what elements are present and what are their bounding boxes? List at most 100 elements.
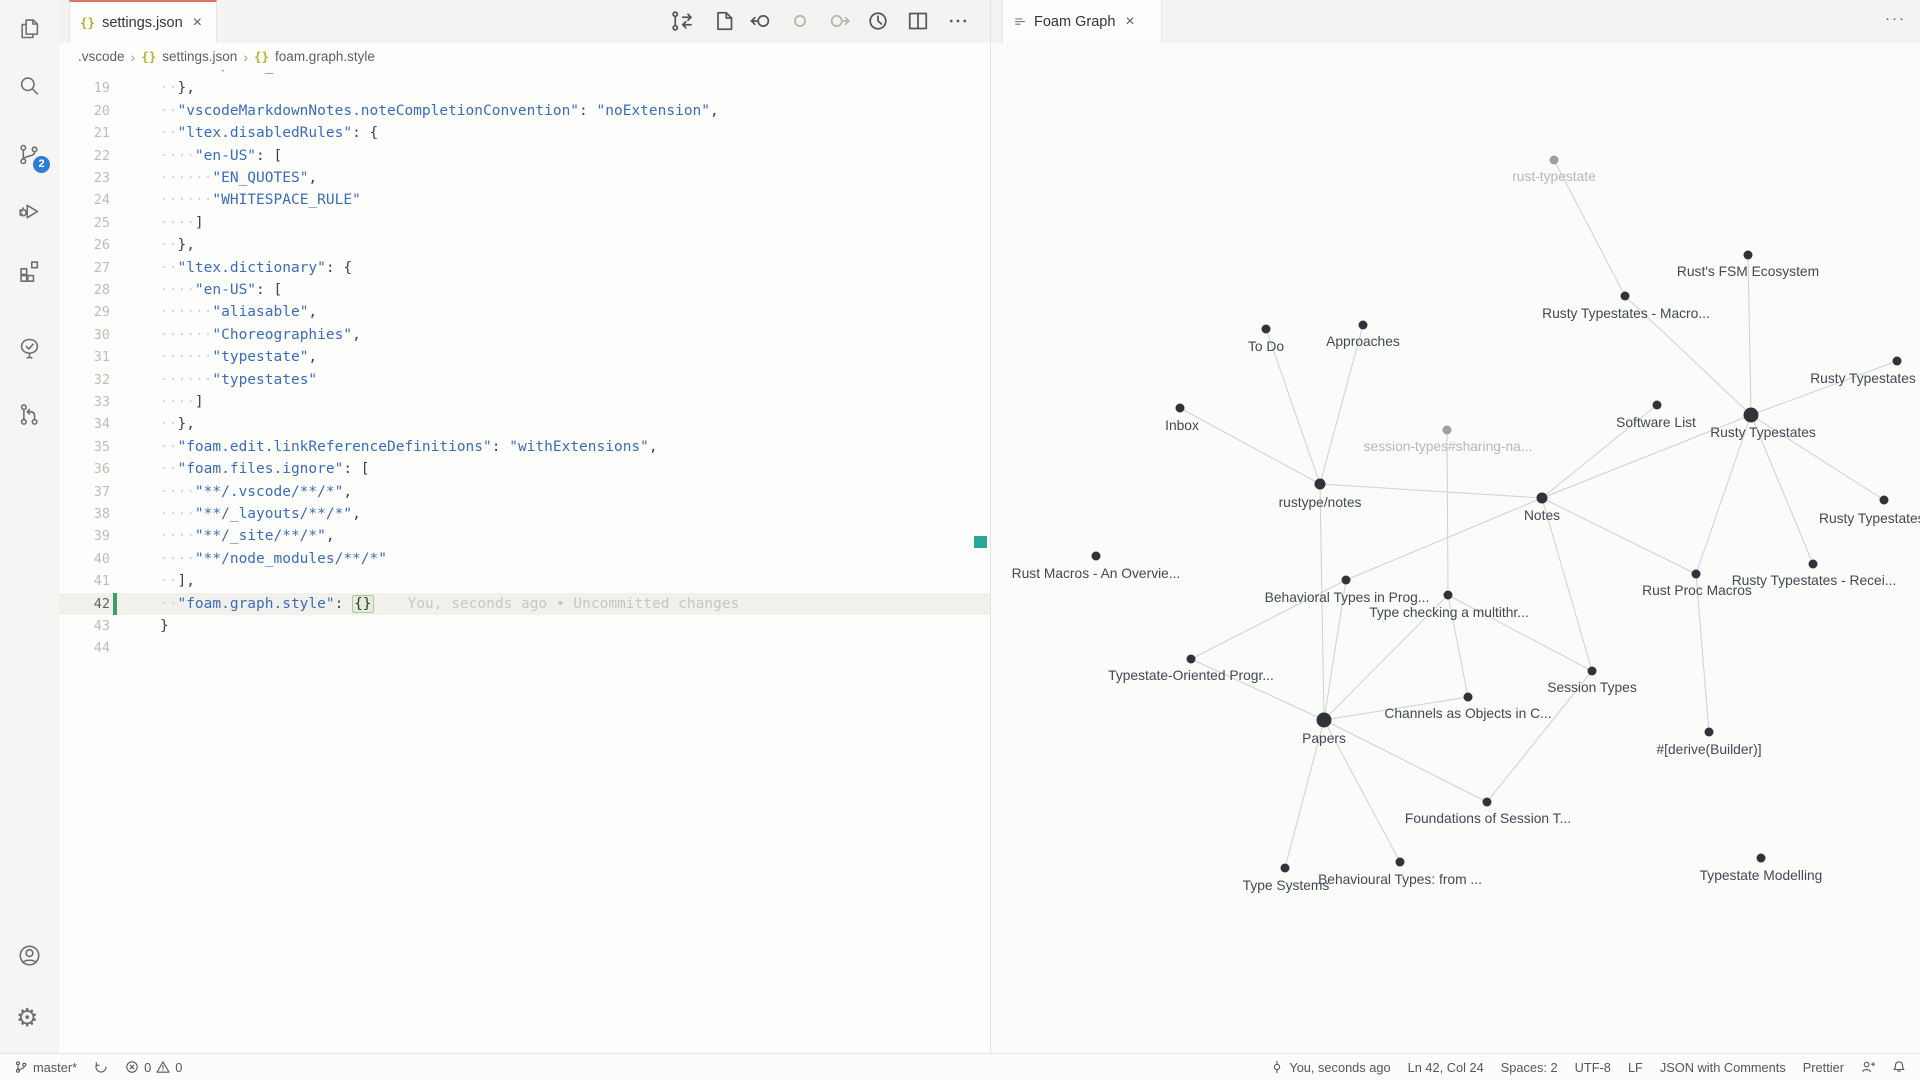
code-line-21[interactable]: 21··"ltex.disabledRules": { (59, 122, 990, 144)
code-line-25[interactable]: 25····] (59, 212, 990, 234)
activity-item-settings[interactable]: ⚙ (16, 1005, 43, 1032)
panel-more-actions-icon[interactable]: ··· (1885, 10, 1906, 27)
status-formatter[interactable]: Prettier (1803, 1060, 1844, 1075)
code-line-28[interactable]: 28····"en-US": [ (59, 279, 990, 301)
code-line-22[interactable]: 22····"en-US": [ (59, 145, 990, 167)
activity-item-run-debug[interactable] (16, 198, 43, 225)
graph-node-typesystems[interactable] (1281, 864, 1290, 873)
activity-item-todo-tree[interactable] (16, 335, 43, 362)
toolbar-navigate-forward-icon[interactable] (827, 9, 851, 33)
graph-node-approaches[interactable] (1359, 321, 1368, 330)
code-line-26[interactable]: 26··}, (59, 234, 990, 256)
tab-foam-graph[interactable]: Foam Graph × (1002, 0, 1162, 43)
status-gitlens-blame[interactable]: You, seconds ago (1270, 1060, 1390, 1075)
code-line-35[interactable]: 35··"foam.edit.linkReferenceDefinitions"… (59, 436, 990, 458)
status-encoding[interactable]: UTF-8 (1575, 1060, 1611, 1075)
code-line-41[interactable]: 41··], (59, 570, 990, 592)
toolbar-open-preview-icon[interactable] (712, 9, 736, 33)
code-line-29[interactable]: 29······"aliasable", (59, 301, 990, 323)
status-sync-status[interactable] (94, 1060, 108, 1074)
panel-tab-close-icon[interactable]: × (1125, 13, 1134, 31)
activity-item-explorer[interactable] (16, 15, 43, 42)
code-line-39[interactable]: 39····"**/_site/**/*", (59, 525, 990, 547)
code-line-34[interactable]: 34··}, (59, 413, 990, 435)
activity-item-account[interactable] (16, 942, 43, 969)
graph-label-behavioural: Behavioural Types: from ... (1318, 872, 1482, 887)
graph-node-foundations[interactable] (1483, 798, 1492, 807)
breadcrumb-segment[interactable]: settings.json (162, 49, 237, 64)
line-number: 24 (59, 189, 110, 211)
status-problems-status[interactable]: 00 (125, 1060, 182, 1075)
graph-node-rustype[interactable] (1315, 479, 1326, 490)
graph-node-rustmacros[interactable] (1092, 552, 1101, 561)
code-line-20[interactable]: 20··"vscodeMarkdownNotes.noteCompletionC… (59, 100, 990, 122)
graph-node-channels[interactable] (1464, 693, 1473, 702)
breadcrumb[interactable]: .vscode›{}settings.json›{}foam.graph.sty… (59, 43, 990, 70)
status-feedback[interactable] (1861, 1060, 1875, 1074)
status-eol[interactable]: LF (1628, 1060, 1643, 1075)
graph-node-macro[interactable] (1621, 292, 1630, 301)
graph-node-inbox[interactable] (1176, 404, 1185, 413)
status-notifications[interactable] (1892, 1060, 1906, 1074)
graph-label-typecheck: Type checking a multithr... (1369, 605, 1529, 620)
graph-node-todo[interactable] (1262, 325, 1271, 334)
code-line-38[interactable]: 38····"**/_layouts/**/*", (59, 503, 990, 525)
toolbar-circle-outline-icon[interactable] (788, 9, 812, 33)
code-line-43[interactable]: 43} (59, 615, 990, 637)
toolbar-navigate-back-icon[interactable] (749, 9, 773, 33)
status-cursor-position[interactable]: Ln 42, Col 24 (1408, 1060, 1484, 1075)
toolbar-timeline-icon[interactable] (866, 9, 890, 33)
graph-node-typestateoriented[interactable] (1187, 655, 1196, 664)
code-editor[interactable]: 18····"**/node_modules": true19··},20··"… (59, 43, 990, 1053)
code-line-40[interactable]: 40····"**/node_modules/**/*" (59, 548, 990, 570)
line-number: 40 (59, 548, 110, 570)
activity-item-search[interactable] (16, 73, 43, 100)
graph-node-rt-right[interactable] (1880, 496, 1889, 505)
activity-item-extensions[interactable] (16, 257, 43, 284)
code-line-text: ····] (160, 391, 204, 413)
breadcrumb-segment[interactable]: foam.graph.style (275, 49, 375, 64)
graph-node-typestatemodelling[interactable] (1757, 854, 1766, 863)
tab-close-icon[interactable]: × (193, 14, 202, 32)
code-line-36[interactable]: 36··"foam.files.ignore": [ (59, 458, 990, 480)
graph-node-typecheck[interactable] (1444, 591, 1453, 600)
code-line-23[interactable]: 23······"EN_QUOTES", (59, 167, 990, 189)
toolbar-split-editor-icon[interactable] (906, 9, 930, 33)
status-indentation[interactable]: Spaces: 2 (1501, 1060, 1558, 1075)
graph-node-recei[interactable] (1809, 560, 1818, 569)
graph-node-derive[interactable] (1705, 728, 1714, 737)
activity-item-source-control[interactable]: 2 (16, 141, 43, 168)
code-line-42[interactable]: 42··"foam.graph.style": {}You, seconds a… (59, 593, 990, 615)
graph-node-papers[interactable] (1317, 713, 1332, 728)
code-line-37[interactable]: 37····"**/.vscode/**/*", (59, 481, 990, 503)
graph-node-rt-top[interactable] (1893, 357, 1902, 366)
code-line-44[interactable]: 44 (59, 637, 990, 659)
graph-node-fsm[interactable] (1744, 251, 1753, 260)
code-line-30[interactable]: 30······"Choreographies", (59, 324, 990, 346)
graph-node-behavioural[interactable] (1396, 858, 1405, 867)
toolbar-open-changes-icon[interactable] (670, 9, 694, 33)
status-language-mode[interactable]: JSON with Comments (1660, 1060, 1786, 1075)
graph-node-sessiontypes[interactable] (1588, 667, 1597, 676)
code-line-32[interactable]: 32······"typestates" (59, 369, 990, 391)
graph-node-behavioral[interactable] (1342, 576, 1351, 585)
graph-node-sharing[interactable] (1443, 426, 1452, 435)
code-line-24[interactable]: 24······"WHITESPACE_RULE" (59, 189, 990, 211)
toolbar-more-actions-icon[interactable] (946, 9, 970, 33)
breadcrumb-segment[interactable]: .vscode (78, 49, 125, 64)
foam-graph-canvas[interactable]: rust-typestateRust's FSM EcosystemRusty … (991, 43, 1920, 1053)
graph-node-rustproc[interactable] (1692, 570, 1701, 579)
activity-item-git-graph[interactable] (16, 401, 43, 428)
graph-node-software[interactable] (1653, 401, 1662, 410)
graph-node-rust-typestate[interactable] (1550, 156, 1559, 165)
status-branch-status[interactable]: master* (14, 1060, 77, 1075)
line-number: 20 (59, 100, 110, 122)
code-line-19[interactable]: 19··}, (59, 77, 990, 99)
graph-node-hub[interactable] (1744, 408, 1759, 423)
chevron-right-icon: › (243, 49, 248, 65)
code-line-31[interactable]: 31······"typestate", (59, 346, 990, 368)
code-line-33[interactable]: 33····] (59, 391, 990, 413)
graph-node-notes[interactable] (1537, 493, 1548, 504)
tab-settings-json[interactable]: {} settings.json × (69, 0, 217, 43)
code-line-27[interactable]: 27··"ltex.dictionary": { (59, 257, 990, 279)
